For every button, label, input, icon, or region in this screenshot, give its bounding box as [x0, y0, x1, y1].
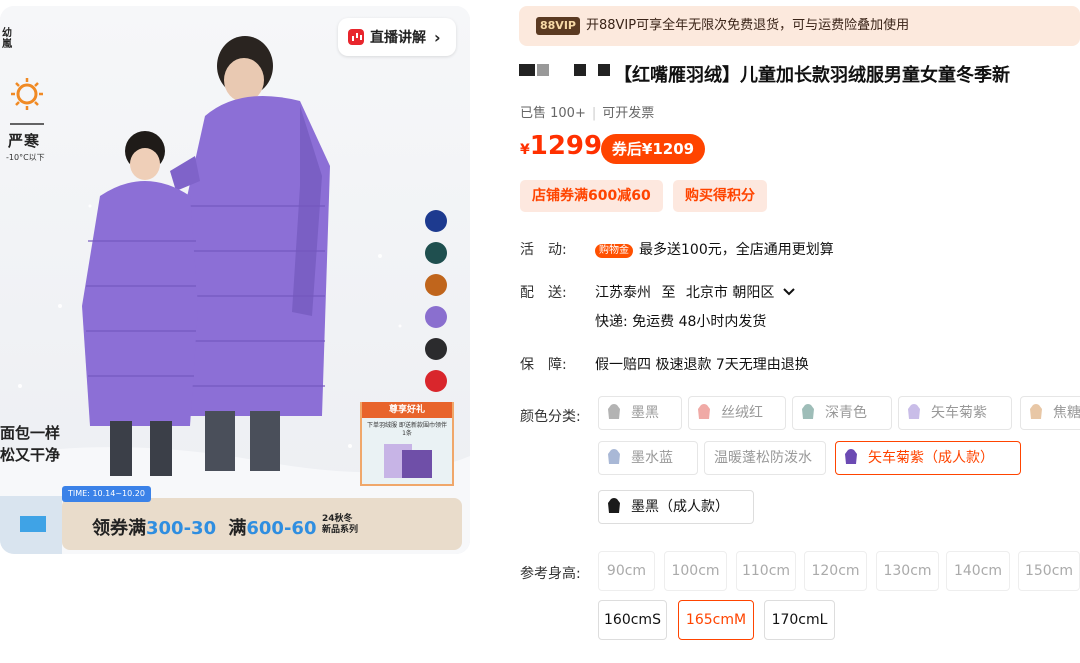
- size-option[interactable]: 110cm: [736, 551, 796, 591]
- price-currency: ¥: [520, 142, 530, 158]
- color-swatch[interactable]: [425, 370, 447, 392]
- slogan-line-1: 面包一样: [0, 424, 61, 442]
- price-value: 1299: [529, 131, 603, 161]
- promo-new-1: 24秋冬: [322, 514, 353, 524]
- size-option[interactable]: 120cm: [804, 551, 867, 591]
- color-option[interactable]: 丝绒红: [688, 396, 786, 430]
- shipping-route[interactable]: 江苏泰州 至 北京市 朝阳区: [595, 282, 796, 302]
- shop-coupon-tag[interactable]: 店铺券满600减60: [520, 180, 663, 212]
- size-option[interactable]: 150cm: [1018, 551, 1080, 591]
- color-option[interactable]: 矢车菊紫: [898, 396, 1012, 430]
- price: ¥1299: [520, 131, 602, 161]
- color-swatch[interactable]: [425, 210, 447, 232]
- ship-to-word: 至: [661, 285, 676, 301]
- slogan-line-2: 松又干净: [0, 446, 61, 464]
- color-option-label: 焦糖: [1053, 405, 1080, 421]
- color-option[interactable]: 温暖蓬松防泼水: [704, 441, 826, 475]
- size-option[interactable]: 165cmM: [678, 600, 754, 640]
- gift-heading: 尊享好礼: [362, 402, 452, 418]
- size-label: 参考身高:: [520, 566, 581, 582]
- jacket-icon: [1030, 404, 1042, 419]
- promo-new-2: 新品系列: [322, 525, 359, 535]
- color-swatch[interactable]: [425, 338, 447, 360]
- jacket-icon: [608, 449, 620, 464]
- color-option-label: 墨黑（成人款）: [631, 499, 729, 515]
- ship-from: 江苏泰州: [595, 285, 651, 301]
- color-option[interactable]: 深青色: [792, 396, 892, 430]
- size-option[interactable]: 170cmL: [764, 600, 835, 640]
- gift-body: 下单羽绒服 即送新款围巾领伴1条: [367, 422, 447, 437]
- color-option-label: 墨黑: [631, 405, 659, 421]
- color-option[interactable]: 墨黑（成人款）: [598, 490, 754, 524]
- color-option[interactable]: 焦糖: [1020, 396, 1080, 430]
- vip-text: 开88VIP可享全年无限次免费退货，可与运费险叠加使用: [586, 18, 910, 33]
- color-option-label: 深青色: [825, 405, 867, 421]
- title-redacted: [537, 64, 549, 76]
- promo-time: TIME: 10.14~10.20: [62, 486, 151, 502]
- jacket-icon: [908, 404, 920, 419]
- shipping-detail: 快递: 免运费 48小时内发货: [595, 314, 767, 330]
- live-chart-icon: [348, 29, 364, 45]
- jacket-icon: [608, 404, 620, 419]
- gift-card: 尊享好礼 下单羽绒服 即送新款围巾领伴1条: [360, 402, 454, 486]
- jacket-icon: [608, 498, 620, 513]
- sales-info: 已售 100+ | 可开发票: [520, 106, 655, 121]
- shipping-label: 配 送:: [520, 285, 567, 301]
- activity-desc: 最多送100元，全店通用更划算: [639, 242, 834, 258]
- promo-new: 24秋冬 新品系列: [322, 514, 358, 536]
- coupon-price-badge[interactable]: 券后¥1209: [601, 134, 705, 164]
- color-option-label: 墨水蓝: [631, 450, 673, 466]
- promo-text-b: 300-30: [146, 518, 217, 539]
- title-redacted: [519, 64, 535, 76]
- shopping-gold-badge: 购物金: [595, 244, 633, 258]
- jacket-icon: [802, 404, 814, 419]
- title-redacted: [598, 64, 610, 76]
- color-option-label: 丝绒红: [721, 405, 763, 421]
- chevron-right-icon: ›: [434, 27, 441, 47]
- guarantee-label: 保 障:: [520, 357, 567, 373]
- promo-text-c: 满: [228, 518, 247, 539]
- live-explain-button[interactable]: 直播讲解 ›: [338, 18, 456, 56]
- color-label: 颜色分类:: [520, 409, 581, 425]
- color-option-label: 矢车菊紫（成人款）: [868, 450, 994, 466]
- color-swatch[interactable]: [425, 242, 447, 264]
- activity-label: 活 动:: [520, 242, 567, 258]
- jacket-icon: [698, 404, 710, 419]
- promo-text-d: 600-60: [246, 518, 317, 539]
- color-option-label: 矢车菊紫: [931, 405, 987, 421]
- sold-count: 已售 100+: [520, 106, 586, 121]
- product-title: 【红嘴雁羽绒】儿童加长款羽绒服男童女童冬季新: [614, 65, 1010, 86]
- ship-destination: 北京市 朝阳区: [685, 285, 775, 301]
- cold-rating-sub: -10°C以下: [6, 153, 45, 162]
- brand-mark: 幼嵐: [2, 28, 12, 50]
- invoice-label: 可开发票: [602, 106, 655, 121]
- live-label: 直播讲解: [370, 30, 426, 46]
- points-tag[interactable]: 购买得积分: [673, 180, 767, 212]
- color-swatch[interactable]: [425, 306, 447, 328]
- slogan: 面包一样 松又干净: [0, 422, 60, 466]
- promo-text-a: 领券满: [92, 518, 146, 539]
- size-option[interactable]: 130cm: [876, 551, 939, 591]
- color-option[interactable]: 矢车菊紫（成人款）: [835, 441, 1021, 475]
- activity-text: 购物金 最多送100元，全店通用更划算: [595, 239, 834, 259]
- size-option[interactable]: 90cm: [598, 551, 655, 591]
- size-option[interactable]: 140cm: [946, 551, 1010, 591]
- color-option-label: 温暖蓬松防泼水: [714, 450, 812, 466]
- product-image[interactable]: 幼嵐 严寒 -10°C以下 直播讲解 › 面包一样 松又干净 尊享好礼 下单羽绒…: [0, 6, 470, 554]
- color-option[interactable]: 墨黑: [598, 396, 682, 430]
- vip-badge: 88VIP: [536, 17, 580, 35]
- color-option[interactable]: 墨水蓝: [598, 441, 698, 475]
- jacket-icon: [845, 449, 857, 464]
- guarantee-text: 假一赔四 极速退款 7天无理由退换: [595, 357, 809, 373]
- chevron-down-icon: [783, 288, 795, 296]
- cold-rating-label: 严寒: [8, 132, 41, 150]
- promo-text: 领券满300-30 满600-60: [92, 514, 316, 540]
- color-swatch[interactable]: [425, 274, 447, 296]
- size-option[interactable]: 160cmS: [598, 600, 667, 640]
- size-option[interactable]: 100cm: [664, 551, 727, 591]
- title-redacted: [574, 64, 586, 76]
